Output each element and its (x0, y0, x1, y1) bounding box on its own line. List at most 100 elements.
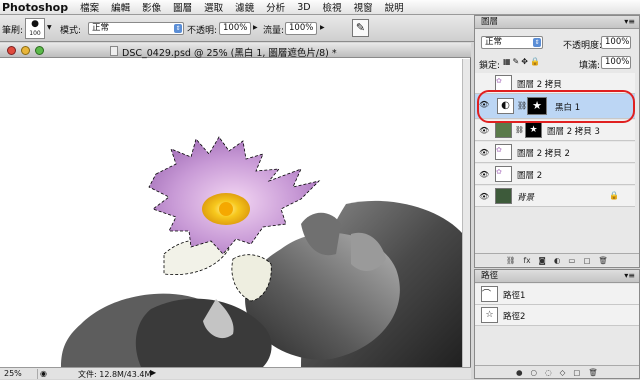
eye-icon[interactable]: 👁 (479, 170, 490, 179)
lock-icons[interactable]: ▦✎✥🔒 (503, 57, 542, 66)
document-title: DSC_0429.psd @ 25% (黑白 1, 圖層遮色片/8) * (122, 48, 337, 59)
red-annotation-circle (477, 90, 635, 123)
document-title-bar: DSC_0429.psd @ 25% (黑白 1, 圖層遮色片/8) * (0, 43, 471, 59)
star-path-icon: ☆ (485, 310, 494, 320)
flow-label: 流量: (263, 26, 285, 36)
menu-image[interactable]: 影像 (136, 0, 167, 14)
status-bar: 25% ◉ 文件: 12.8M/43.4M ▶ (0, 367, 471, 379)
load-selection-icon[interactable]: ◌ (545, 368, 552, 377)
menu-view[interactable]: 檢視 (317, 0, 348, 14)
link-icon[interactable]: ⛓ (515, 126, 524, 134)
layers-button-row: ⛓ fx ◙ ◐ ▭ ▢ 🗑 (475, 253, 639, 266)
status-menu-arrow-icon[interactable]: ▶ (150, 368, 156, 377)
layer-opacity-value: 100% (605, 37, 630, 47)
document-icon (110, 46, 118, 56)
panel-menu-icon[interactable]: ▾≡ (624, 16, 635, 28)
opacity-slider-icon[interactable]: ▶ (253, 24, 258, 31)
eye-icon[interactable]: 👁 (479, 192, 490, 201)
menu-bar: Photoshop 檔案 編輯 影像 圖層 選取 濾鏡 分析 3D 檢視 視窗 … (0, 0, 640, 15)
flow-input[interactable]: 100% (285, 22, 317, 35)
opacity-input[interactable]: 100% (219, 22, 251, 35)
fill-input[interactable]: 100% (601, 56, 631, 69)
blend-mode-select[interactable]: 正常 ⇕ (481, 36, 543, 49)
path-row[interactable]: ⌒ 路徑1 (475, 284, 639, 305)
layers-panel: 圖層 ▾≡ 正常 ⇕ 不透明度: 100% 鎖定: ▦✎✥🔒 填滿: 100% … (474, 15, 640, 268)
menu-window[interactable]: 視窗 (348, 0, 379, 14)
link-layers-icon[interactable]: ⛓ (506, 256, 516, 265)
layer-thumbnail: ✿ (495, 75, 512, 91)
layer-thumbnail: ✿ (495, 166, 512, 182)
paths-button-row: ● ○ ◌ ◇ ▢ 🗑 (475, 365, 639, 378)
folder-icon[interactable]: ▭ (568, 256, 575, 265)
fx-icon[interactable]: fx (523, 256, 530, 265)
menu-filter[interactable]: 濾鏡 (229, 0, 260, 14)
make-path-icon[interactable]: ◇ (560, 368, 566, 377)
layer-mask-thumbnail[interactable]: ★ (525, 122, 542, 138)
menu-file[interactable]: 檔案 (74, 0, 105, 14)
flower-thumbnail-icon: ✿ (496, 168, 502, 176)
layer-name: 圖層 2 (517, 171, 543, 181)
brush-preset-picker[interactable]: ● 100 (25, 18, 45, 39)
stroke-path-icon[interactable]: ○ (531, 368, 538, 377)
mode-value: 正常 (92, 23, 110, 33)
layer-name: 背景 (517, 193, 535, 203)
fill-value: 100% (605, 57, 630, 67)
minimize-button[interactable] (21, 46, 30, 55)
trash-icon[interactable]: 🗑 (599, 256, 609, 265)
close-button[interactable] (7, 46, 16, 55)
paths-tab[interactable]: 路徑 ▾≡ (475, 270, 639, 283)
layer-row[interactable]: 👁 ✿ 圖層 2 拷貝 2 (475, 142, 635, 163)
mode-select[interactable]: 正常 ⇕ (88, 22, 184, 35)
path-name: 路徑1 (503, 291, 526, 301)
layer-row[interactable]: 👁 ⛓ ★ 圖層 2 拷貝 3 (475, 120, 635, 141)
trash-icon[interactable]: 🗑 (588, 368, 598, 377)
path-thumbnail: ⌒ (481, 286, 498, 302)
paths-tab-label: 路徑 (481, 271, 499, 281)
layer-name: 圖層 2 拷貝 3 (547, 127, 600, 137)
layer-thumbnail (495, 122, 512, 138)
menu-layer[interactable]: 圖層 (167, 0, 198, 14)
mode-label: 模式: (60, 26, 82, 36)
brush-size: 100 (29, 30, 41, 37)
visibility-toggle[interactable] (479, 79, 490, 88)
image-canvas[interactable] (1, 59, 463, 367)
canvas-image (61, 136, 463, 367)
airbrush-toggle[interactable]: ✎ (352, 19, 369, 37)
flower-thumbnail-icon: ✿ (496, 146, 502, 154)
panel-menu-icon[interactable]: ▾≡ (624, 270, 635, 282)
zoom-button[interactable] (35, 46, 44, 55)
new-layer-icon[interactable]: ▢ (583, 256, 590, 265)
flow-slider-icon[interactable]: ▶ (320, 24, 325, 31)
opacity-label: 不透明: (187, 26, 218, 36)
lock-icon: 🔒 (609, 191, 619, 200)
menu-3d[interactable]: 3D (291, 2, 316, 13)
menu-help[interactable]: 說明 (379, 0, 410, 14)
path-name: 路徑2 (503, 312, 526, 322)
path-shape-icon: ⌒ (482, 290, 492, 300)
add-mask-icon[interactable]: ◙ (539, 256, 546, 265)
layer-name: 圖層 2 拷貝 2 (517, 149, 570, 159)
app-name[interactable]: Photoshop (0, 1, 74, 14)
airbrush-icon: ✎ (355, 21, 366, 34)
flow-value: 100% (289, 23, 314, 33)
info-icon[interactable]: ◉ (40, 369, 47, 378)
opacity-value: 100% (223, 23, 248, 33)
adjustment-icon[interactable]: ◐ (554, 256, 561, 265)
layer-row[interactable]: 👁 背景 🔒 (475, 186, 635, 207)
layer-row[interactable]: 👁 ✿ 圖層 2 (475, 164, 635, 185)
zoom-level[interactable]: 25% (4, 369, 38, 379)
vertical-scrollbar[interactable] (462, 59, 470, 367)
fill-path-icon[interactable]: ● (516, 368, 523, 377)
path-thumbnail: ☆ (481, 307, 498, 323)
layers-tab[interactable]: 圖層 ▾≡ (475, 16, 639, 29)
eye-icon[interactable]: 👁 (479, 148, 490, 157)
eye-icon[interactable]: 👁 (479, 126, 490, 135)
chevron-down-icon[interactable]: ▼ (47, 24, 52, 31)
new-path-icon[interactable]: ▢ (573, 368, 580, 377)
menu-select[interactable]: 選取 (198, 0, 229, 14)
star-mask-icon: ★ (529, 125, 538, 135)
menu-analysis[interactable]: 分析 (260, 0, 291, 14)
layer-opacity-input[interactable]: 100% (601, 36, 631, 49)
menu-edit[interactable]: 編輯 (105, 0, 136, 14)
path-row[interactable]: ☆ 路徑2 (475, 305, 639, 326)
